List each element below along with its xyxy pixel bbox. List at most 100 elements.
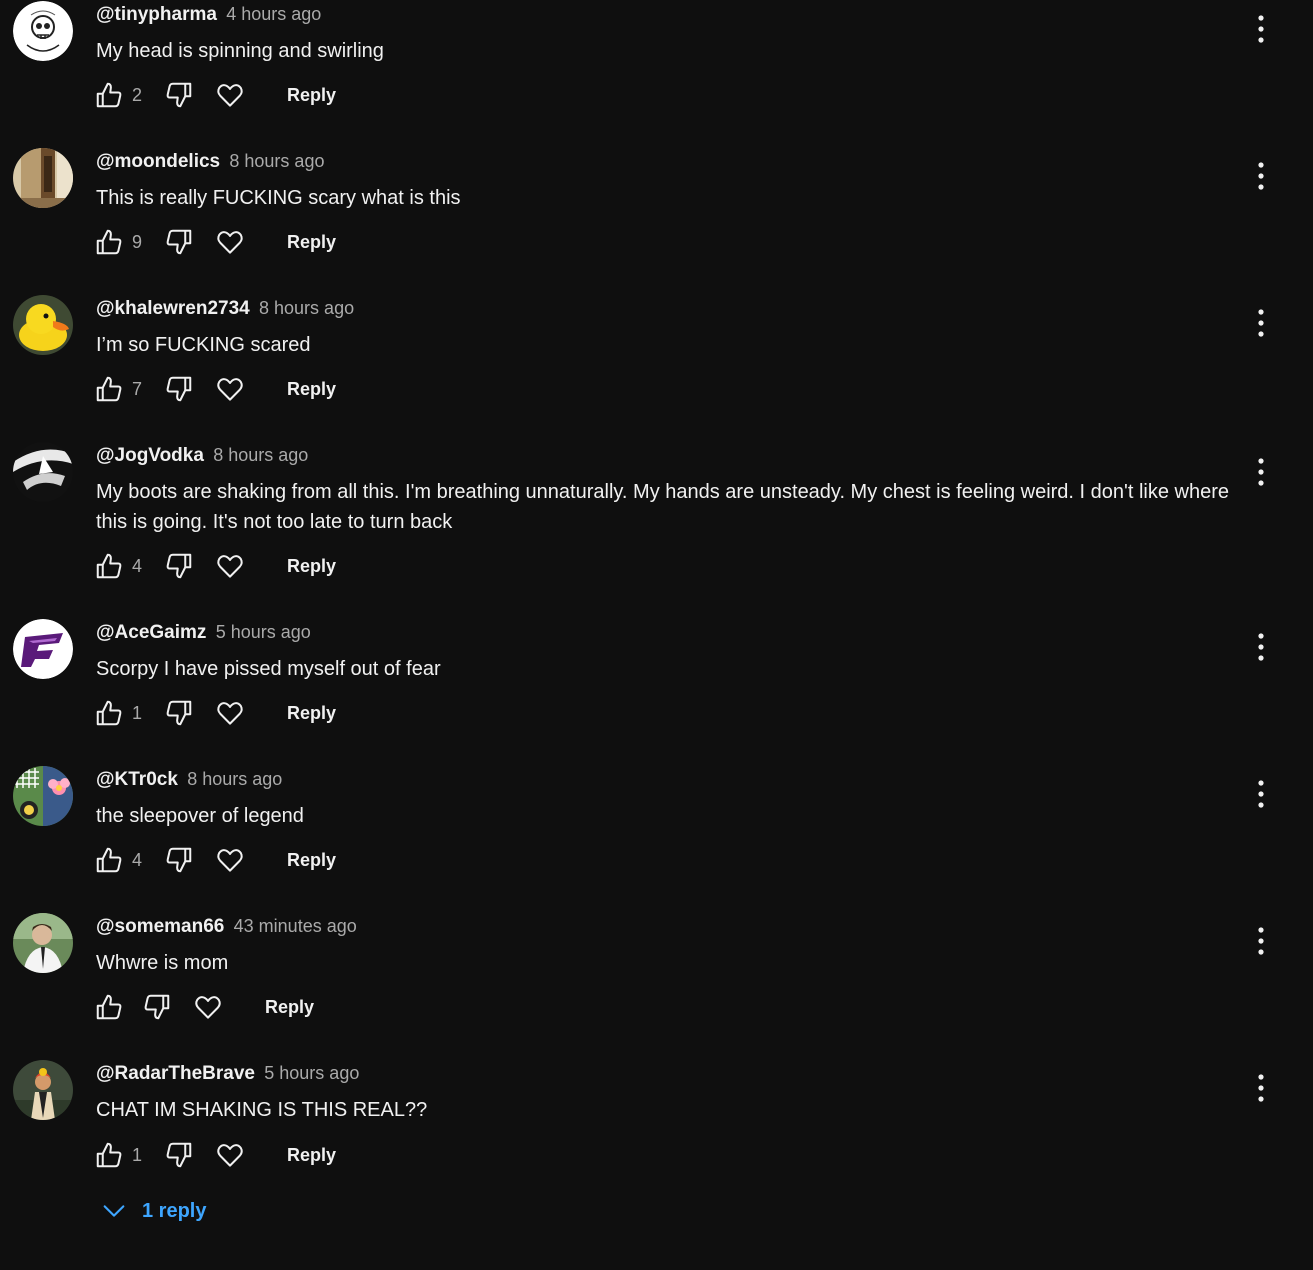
more-actions-button[interactable]	[1248, 777, 1274, 811]
more-actions-button[interactable]	[1248, 630, 1274, 664]
avatar[interactable]	[13, 1, 73, 61]
heart-button[interactable]	[215, 551, 247, 583]
dislike-button[interactable]	[164, 551, 196, 583]
author-name[interactable]: @RadarTheBrave	[96, 1063, 255, 1084]
heart-button[interactable]	[215, 227, 247, 259]
dislike-button[interactable]	[164, 698, 196, 730]
comment-timestamp[interactable]: 8 hours ago	[213, 445, 308, 465]
comment-text: I’m so FUCKING scared	[96, 334, 311, 356]
heart-button[interactable]	[215, 698, 247, 730]
avatar[interactable]	[13, 295, 73, 355]
author-name[interactable]: @moondelics	[96, 151, 220, 172]
heart-icon	[217, 84, 243, 107]
comments-section: @tinypharma 4 hours ago My head is spinn…	[0, 0, 1313, 1270]
author-name[interactable]: @KTr0ck	[96, 769, 178, 790]
comment-timestamp[interactable]: 8 hours ago	[259, 298, 354, 318]
chevron-down-icon	[100, 1197, 128, 1225]
reply-button[interactable]: Reply	[287, 232, 336, 253]
more-vert-icon	[1258, 162, 1264, 190]
reply-button[interactable]: Reply	[265, 997, 314, 1018]
author-name[interactable]: @khalewren2734	[96, 298, 250, 319]
more-actions-button[interactable]	[1248, 306, 1274, 340]
comment-timestamp[interactable]: 8 hours ago	[187, 769, 282, 789]
like-button[interactable]	[94, 80, 126, 112]
comment-header: @RadarTheBrave 5 hours ago	[96, 1061, 359, 1086]
heart-icon	[217, 702, 243, 725]
avatar[interactable]	[13, 442, 73, 502]
author-name[interactable]: @AceGaimz	[96, 622, 206, 643]
reply-button[interactable]: Reply	[287, 556, 336, 577]
dislike-button[interactable]	[164, 374, 196, 406]
comment-timestamp[interactable]: 8 hours ago	[229, 151, 324, 171]
comment-timestamp[interactable]: 5 hours ago	[216, 622, 311, 642]
like-button[interactable]	[94, 992, 126, 1024]
heart-button[interactable]	[215, 80, 247, 112]
comment-header: @KTr0ck 8 hours ago	[96, 767, 282, 792]
more-actions-button[interactable]	[1248, 1071, 1274, 1105]
heart-button[interactable]	[193, 992, 225, 1024]
like-button[interactable]	[94, 551, 126, 583]
like-button[interactable]	[94, 227, 126, 259]
more-vert-icon	[1258, 927, 1264, 955]
avatar[interactable]	[13, 1060, 73, 1120]
comment-header: @AceGaimz 5 hours ago	[96, 620, 311, 645]
comment-header: @tinypharma 4 hours ago	[96, 2, 321, 27]
dislike-button[interactable]	[164, 1140, 196, 1172]
reply-button[interactable]: Reply	[287, 1145, 336, 1166]
heart-icon	[217, 849, 243, 872]
more-actions-button[interactable]	[1248, 455, 1274, 489]
like-count: 7	[132, 379, 143, 399]
comment-text: Scorpy I have pissed myself out of fear	[96, 658, 441, 680]
author-name[interactable]: @JogVodka	[96, 445, 204, 466]
like-count: 2	[132, 85, 143, 105]
like-count: 9	[132, 232, 143, 252]
dislike-button[interactable]	[164, 227, 196, 259]
more-actions-button[interactable]	[1248, 12, 1274, 46]
reply-button[interactable]: Reply	[287, 850, 336, 871]
like-button[interactable]	[94, 698, 126, 730]
comment-text: My boots are shaking from all this. I'm …	[96, 481, 1229, 533]
thumbs-up-icon	[96, 847, 122, 873]
thumbs-up-icon	[96, 994, 122, 1020]
dislike-button[interactable]	[142, 992, 174, 1024]
reply-button[interactable]: Reply	[287, 85, 336, 106]
like-count: 1	[132, 703, 143, 723]
reply-button[interactable]: Reply	[287, 379, 336, 400]
like-button[interactable]	[94, 845, 126, 877]
heart-button[interactable]	[215, 374, 247, 406]
like-button[interactable]	[94, 374, 126, 406]
avatar[interactable]	[13, 619, 73, 679]
thumbs-down-icon	[166, 1142, 192, 1168]
like-button[interactable]	[94, 1140, 126, 1172]
dislike-button[interactable]	[164, 80, 196, 112]
thumbs-up-icon	[96, 1142, 122, 1168]
more-vert-icon	[1258, 458, 1264, 486]
thumbs-down-icon	[166, 847, 192, 873]
more-vert-icon	[1258, 1074, 1264, 1102]
comment-timestamp[interactable]: 5 hours ago	[264, 1063, 359, 1083]
comment-header: @khalewren2734 8 hours ago	[96, 296, 354, 321]
author-name[interactable]: @someman66	[96, 916, 224, 937]
heart-button[interactable]	[215, 845, 247, 877]
comment-timestamp[interactable]: 43 minutes ago	[234, 916, 357, 936]
reply-button[interactable]: Reply	[287, 703, 336, 724]
author-name[interactable]: @tinypharma	[96, 4, 217, 25]
more-vert-icon	[1258, 309, 1264, 337]
thumbs-up-icon	[96, 82, 122, 108]
avatar[interactable]	[13, 766, 73, 826]
more-vert-icon	[1258, 15, 1264, 43]
avatar[interactable]	[13, 148, 73, 208]
thumbs-up-icon	[96, 376, 122, 402]
heart-button[interactable]	[215, 1140, 247, 1172]
more-actions-button[interactable]	[1248, 159, 1274, 193]
more-vert-icon	[1258, 780, 1264, 808]
dislike-button[interactable]	[164, 845, 196, 877]
thumbs-down-icon	[166, 376, 192, 402]
thumbs-down-icon	[166, 553, 192, 579]
comment-header: @moondelics 8 hours ago	[96, 149, 324, 174]
comment-header: @JogVodka 8 hours ago	[96, 443, 308, 468]
avatar[interactable]	[13, 913, 73, 973]
like-count: 4	[132, 850, 143, 870]
comment-timestamp[interactable]: 4 hours ago	[226, 4, 321, 24]
more-actions-button[interactable]	[1248, 924, 1274, 958]
